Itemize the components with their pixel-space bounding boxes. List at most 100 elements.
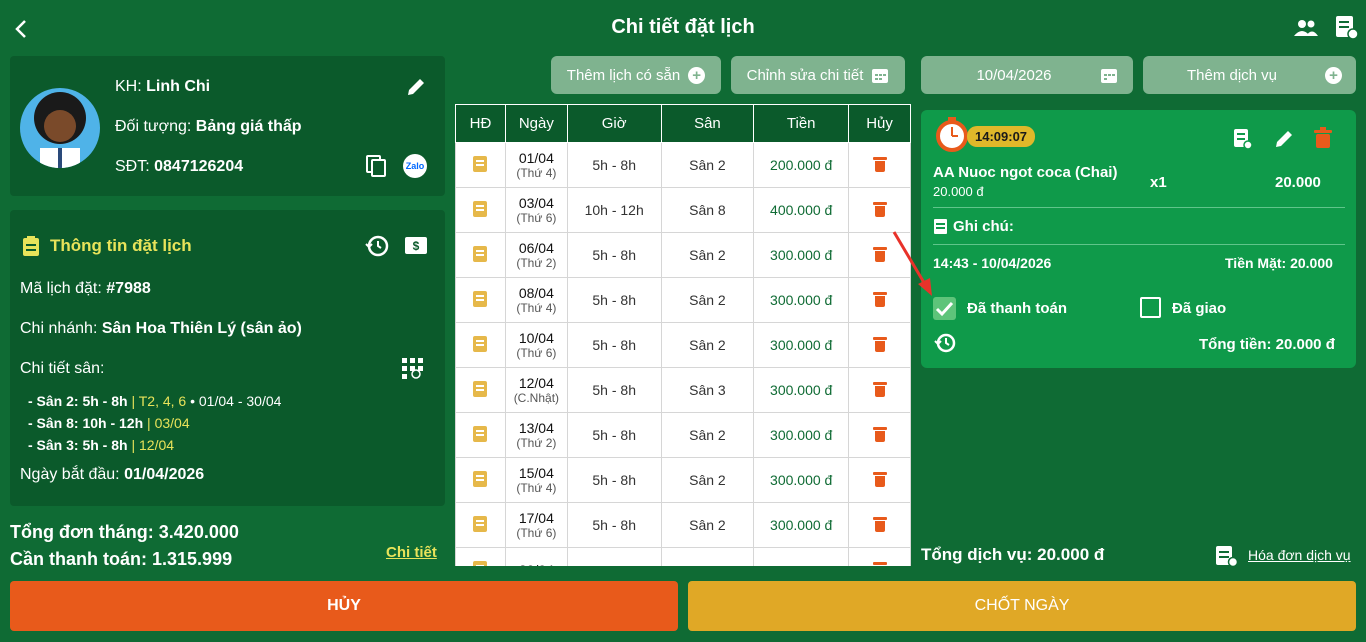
invoice-cell[interactable]: [455, 367, 506, 413]
clipboard-icon: [22, 236, 40, 261]
time-cell: 5h - 8h: [566, 142, 662, 188]
cancel-cell[interactable]: [848, 187, 911, 233]
price-cell: 300.000 đ: [753, 322, 850, 368]
time-cell: 5h - 8h: [566, 277, 662, 323]
row-date: 12/04: [518, 375, 554, 391]
table-row: 06/04 (Thứ 2) 5h - 8h Sân 2 300.000 đ: [455, 232, 911, 278]
customer-phone: SĐT: 0847126204: [115, 158, 244, 175]
table-row: 01/04 (Thứ 4) 5h - 8h Sân 2 200.000 đ: [455, 142, 911, 188]
invoice-cell[interactable]: [455, 457, 506, 503]
payment-button[interactable]: $: [405, 237, 427, 260]
invoice-cell[interactable]: [455, 232, 506, 278]
service-datetime: 14:43 - 10/04/2026: [933, 255, 1052, 271]
time-badge: 14:09:07: [967, 126, 1036, 147]
edit-detail-button[interactable]: Chỉnh sửa chi tiết: [731, 56, 905, 94]
paid-checkbox[interactable]: [933, 297, 956, 320]
copy-phone-button[interactable]: [365, 154, 387, 183]
cancel-cell[interactable]: [848, 367, 911, 413]
invoice-cell[interactable]: [455, 412, 506, 458]
court-cell: Sân 2: [660, 232, 755, 278]
trash-icon[interactable]: [872, 426, 887, 442]
invoice-cell[interactable]: [455, 547, 506, 566]
invoice-icon[interactable]: [473, 425, 488, 442]
trash-icon[interactable]: [872, 291, 887, 307]
court-cell: Sân 2: [660, 277, 755, 323]
invoice-icon[interactable]: [473, 470, 488, 487]
row-weekday: (Thứ 6): [516, 346, 557, 360]
court-cell: Sân 2: [660, 322, 755, 368]
price-cell: 300.000 đ: [753, 502, 850, 548]
table-row: 13/04 (Thứ 2) 5h - 8h Sân 2 300.000 đ: [455, 412, 911, 458]
pencil-icon: [1276, 131, 1292, 147]
trash-icon[interactable]: [872, 561, 887, 566]
delete-service-button[interactable]: [1313, 127, 1333, 154]
invoice-cell[interactable]: [455, 502, 506, 548]
customer-card: KH: Linh Chi Đối tượng: Bảng giá thấp SĐ…: [10, 56, 445, 196]
history-icon: [365, 235, 389, 257]
month-total: Tổng đơn tháng: 3.420.000: [10, 522, 239, 542]
cancel-cell[interactable]: [848, 412, 911, 458]
detail-link[interactable]: Chi tiết: [386, 544, 437, 561]
zalo-button[interactable]: Zalo: [403, 154, 427, 178]
trash-icon[interactable]: [872, 156, 887, 172]
price-cell: 400.000 đ: [753, 187, 850, 233]
invoice-icon[interactable]: [473, 560, 488, 566]
row-date: 08/04: [518, 285, 554, 301]
cancel-cell[interactable]: [848, 457, 911, 503]
invoice-icon[interactable]: [473, 200, 488, 217]
delivered-checkbox[interactable]: [1140, 297, 1161, 318]
time-cell: 5h - 8h: [566, 232, 662, 278]
confirm-day-button[interactable]: CHỐT NGÀY: [688, 581, 1356, 631]
invoice-icon[interactable]: [473, 155, 488, 172]
note-label: Ghi chú:: [953, 218, 1014, 235]
pencil-icon: [408, 79, 424, 95]
court-cell: Sân 2: [660, 457, 755, 503]
add-service-button[interactable]: Thêm dịch vụ +: [1143, 56, 1356, 94]
date-cell: 10/04 (Thứ 6): [504, 322, 568, 368]
history-button[interactable]: [365, 234, 389, 263]
edit-customer-button[interactable]: [405, 76, 427, 103]
date-picker[interactable]: 10/04/2026: [921, 56, 1133, 94]
invoice-icon[interactable]: [473, 380, 488, 397]
trash-icon[interactable]: [872, 381, 887, 397]
invoice-icon[interactable]: [473, 245, 488, 262]
trash-icon[interactable]: [872, 516, 887, 532]
cancel-cell[interactable]: [848, 502, 911, 548]
service-card-total: Tổng tiền: 20.000 đ: [1199, 336, 1335, 353]
row-date: 03/04: [518, 195, 554, 211]
add-existing-booking-button[interactable]: Thêm lịch có sẵn +: [551, 56, 721, 94]
invoice-icon[interactable]: [473, 515, 488, 532]
trash-icon[interactable]: [872, 201, 887, 217]
service-invoice-button[interactable]: [1233, 128, 1253, 155]
users-button[interactable]: [1294, 18, 1318, 38]
service-invoice-link[interactable]: Hóa đơn dịch vụ: [1248, 547, 1351, 563]
document-button[interactable]: [1334, 14, 1359, 40]
time-cell: 5h - 8h: [566, 502, 662, 548]
court-grid-button[interactable]: [402, 358, 424, 385]
svg-text:$: $: [413, 239, 420, 253]
item-price: 20.000 đ: [933, 184, 984, 199]
cancel-cell[interactable]: [848, 142, 911, 188]
invoice-cell[interactable]: [455, 187, 506, 233]
invoice-icon[interactable]: [473, 290, 488, 307]
service-card: 14:09:07 AA Nuoc ngot coca (Chai) 20.000…: [921, 110, 1356, 368]
cancel-button[interactable]: HỦY: [10, 581, 678, 631]
invoice-cell[interactable]: [455, 322, 506, 368]
court-list: - Sân 2: 5h - 8h | T2, 4, 6 • 01/04 - 30…: [28, 390, 281, 456]
trash-icon[interactable]: [872, 471, 887, 487]
invoice-cell[interactable]: [455, 277, 506, 323]
invoice-cell[interactable]: [455, 142, 506, 188]
zalo-icon: Zalo: [405, 161, 425, 171]
edit-service-button[interactable]: [1273, 128, 1295, 155]
cancel-cell[interactable]: [848, 547, 911, 566]
invoice-icon[interactable]: [473, 335, 488, 352]
trash-icon[interactable]: [872, 246, 887, 262]
time-cell: [566, 547, 662, 566]
service-total: Tổng dịch vụ: 20.000 đ: [921, 545, 1105, 564]
service-history-button[interactable]: [933, 332, 957, 359]
cancel-cell[interactable]: [848, 322, 911, 368]
trash-icon[interactable]: [872, 336, 887, 352]
item-name: AA Nuoc ngot coca (Chai): [933, 164, 1118, 181]
customer-target: Đối tượng: Bảng giá thấp: [115, 118, 302, 135]
add-service-label: Thêm dịch vụ: [1186, 66, 1278, 84]
